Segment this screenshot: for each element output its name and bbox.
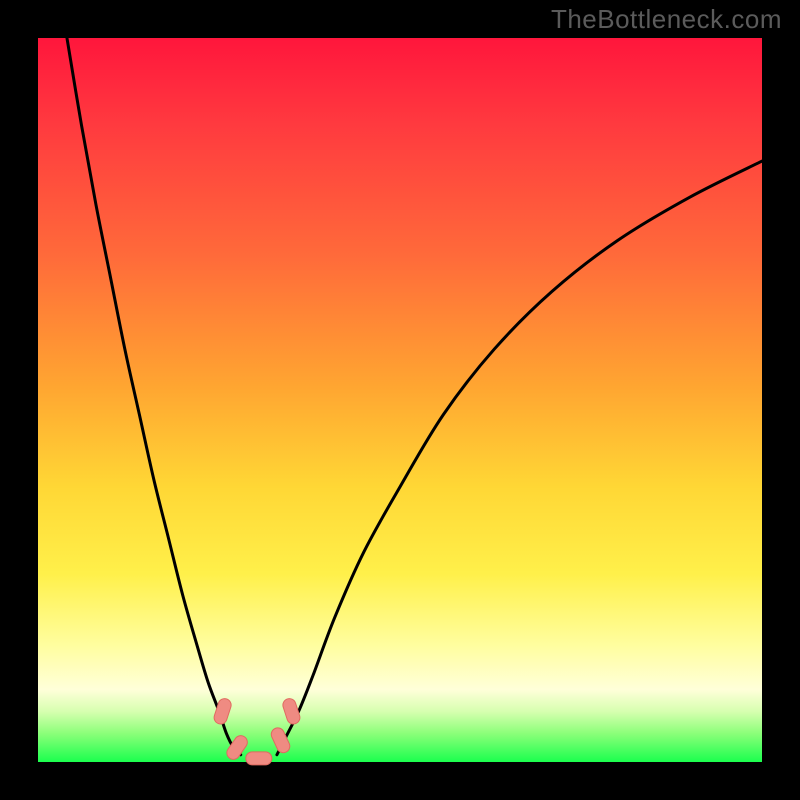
bottleneck-curves [67, 38, 762, 755]
curve-layer [38, 38, 762, 762]
series-left-curve [67, 38, 241, 755]
marker-right-upper [281, 697, 301, 726]
series-right-curve [277, 161, 762, 755]
chart-frame: TheBottleneck.com [0, 0, 800, 800]
watermark-text: TheBottleneck.com [551, 4, 782, 35]
marker-bottom [246, 752, 272, 765]
plot-area [38, 38, 762, 762]
